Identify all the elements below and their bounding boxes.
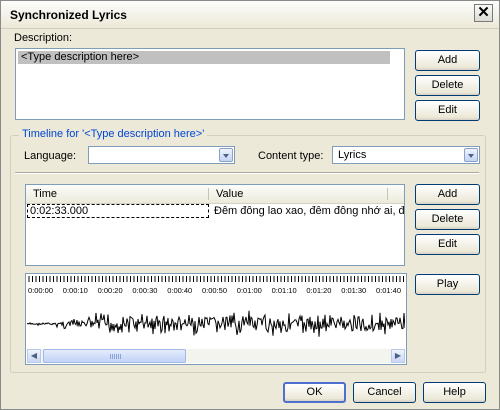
chevron-right-icon: ▶ — [394, 351, 402, 360]
timeline-edit-button[interactable]: Edit — [415, 234, 480, 255]
ruler-label: 0:01:40 — [376, 286, 401, 295]
timeline-delete-button[interactable]: Delete — [415, 209, 480, 230]
window-title: Synchronized Lyrics — [10, 8, 127, 22]
ruler-label: 0:00:00 — [28, 286, 53, 295]
content-type-value: Lyrics — [338, 149, 367, 161]
language-label: Language: — [24, 150, 76, 162]
waveform-view[interactable]: 0:00:00 0:00:10 0:00:20 0:00:30 0:00:40 0:00:… — [27, 274, 405, 348]
time-ruler-labels: 0:00:00 0:00:10 0:00:20 0:00:30 0:00:40 0:00:… — [28, 286, 401, 295]
row-value-cell[interactable]: Đêm đông lao xao, đêm đông nhớ ai, đêm — [214, 204, 404, 218]
chevron-down-icon[interactable] — [219, 148, 233, 162]
ruler-label: 0:00:40 — [167, 286, 192, 295]
time-ruler — [28, 276, 404, 282]
table-row[interactable]: 0:02:33.000 Đêm đông lao xao, đêm đông n… — [26, 204, 404, 218]
horizontal-scrollbar[interactable]: ◀ ▶ — [27, 349, 405, 363]
ruler-label: 0:00:50 — [202, 286, 227, 295]
row-time-cell[interactable]: 0:02:33.000 — [27, 204, 209, 218]
ruler-label: 0:01:30 — [341, 286, 366, 295]
help-button[interactable]: Help — [423, 382, 486, 403]
cancel-button[interactable]: Cancel — [353, 382, 416, 403]
description-list-item[interactable]: <Type description here> — [18, 51, 390, 64]
description-list[interactable]: <Type description here> — [15, 48, 405, 120]
ok-button[interactable]: OK — [283, 382, 346, 403]
synchronized-lyrics-dialog: Synchronized Lyrics ✕ Description: <Type… — [0, 0, 500, 410]
column-header-time[interactable]: Time — [26, 185, 208, 203]
description-add-button[interactable]: Add — [415, 50, 480, 71]
scroll-thumb[interactable] — [43, 349, 186, 363]
header-filler — [388, 185, 404, 203]
content-type-dropdown[interactable]: Lyrics — [332, 146, 480, 164]
language-dropdown[interactable] — [88, 146, 235, 164]
lyrics-table[interactable]: Time Value 0:02:33.000 Đêm đông lao xao,… — [25, 184, 405, 266]
scroll-left-button[interactable]: ◀ — [27, 349, 41, 363]
ruler-label: 0:01:20 — [306, 286, 331, 295]
timeline-group-label: Timeline for '<Type description here>' — [19, 128, 208, 140]
ruler-label: 0:00:30 — [132, 286, 157, 295]
audio-waveform — [27, 310, 405, 337]
ruler-label: 0:01:00 — [237, 286, 262, 295]
chevron-down-icon[interactable] — [464, 148, 478, 162]
close-button[interactable]: ✕ — [474, 4, 493, 22]
ruler-label: 0:00:20 — [98, 286, 123, 295]
ruler-label: 0:01:10 — [272, 286, 297, 295]
column-header-value[interactable]: Value — [209, 185, 387, 203]
ruler-label: 0:00:10 — [63, 286, 88, 295]
chevron-left-icon: ◀ — [30, 351, 38, 360]
description-label: Description: — [14, 32, 73, 44]
table-header: Time Value — [26, 185, 404, 204]
title-bar: Synchronized Lyrics ✕ — [1, 1, 499, 29]
play-button[interactable]: Play — [415, 274, 480, 295]
grip-icon — [110, 354, 121, 359]
scroll-right-button[interactable]: ▶ — [391, 349, 405, 363]
description-edit-button[interactable]: Edit — [415, 100, 480, 121]
divider — [15, 172, 479, 174]
waveform-panel[interactable]: 0:00:00 0:00:10 0:00:20 0:00:30 0:00:40 0:00:… — [25, 273, 407, 365]
description-delete-button[interactable]: Delete — [415, 75, 480, 96]
timeline-add-button[interactable]: Add — [415, 184, 480, 205]
close-icon: ✕ — [477, 4, 490, 21]
content-type-label: Content type: — [258, 150, 324, 162]
